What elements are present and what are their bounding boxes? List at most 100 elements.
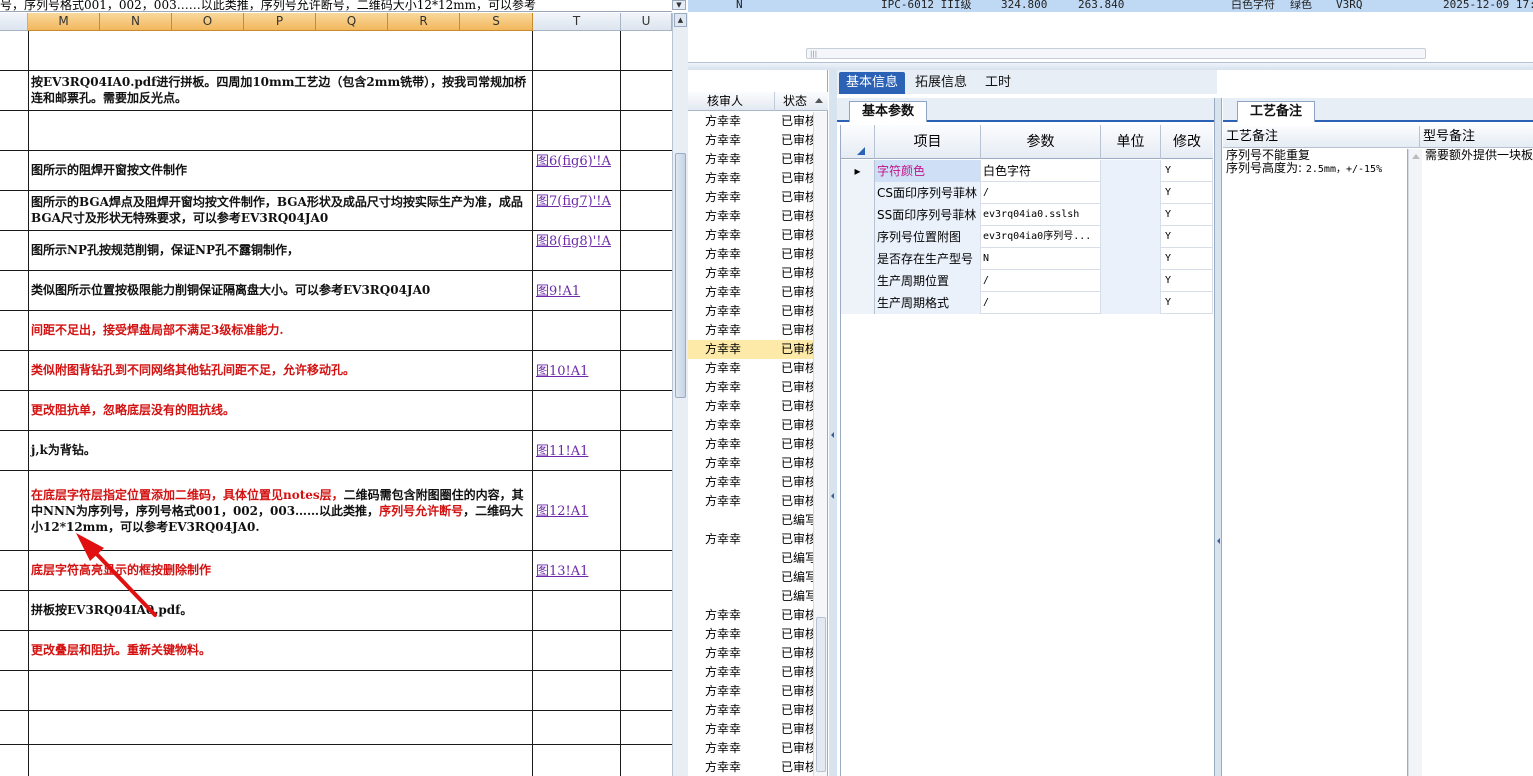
param-unit-cell[interactable]: [1101, 270, 1161, 292]
param-row[interactable]: SS面印序列号菲林 ev3rq04ia0.sslsh Y: [841, 204, 1213, 226]
review-list-row[interactable]: 方幸幸 已审核: [688, 226, 813, 245]
scroll-thumb[interactable]: [675, 153, 686, 398]
model-note-text[interactable]: 需要额外提供一块板子: [1422, 149, 1533, 776]
tab-work-hours[interactable]: 工时: [978, 72, 1018, 94]
list-vertical-scrollbar[interactable]: [813, 112, 827, 776]
param-value-cell[interactable]: /: [981, 270, 1101, 292]
review-list-row[interactable]: 方幸幸 已审核: [688, 758, 813, 776]
link-fig9[interactable]: 图9!A1: [536, 283, 620, 301]
review-list-row[interactable]: 方幸幸 已审核: [688, 112, 813, 131]
review-list-row[interactable]: 方幸幸 已审核: [688, 739, 813, 758]
review-list-row[interactable]: 方幸幸 已审核: [688, 321, 813, 340]
review-list-row[interactable]: 方幸幸 已审核: [688, 397, 813, 416]
cell-m-row8[interactable]: 间距不足出，接受焊盘局部不满足3级标准能力.: [31, 322, 531, 338]
param-value-cell[interactable]: /: [981, 292, 1101, 314]
tab-basic-params[interactable]: 基本参数: [849, 101, 928, 122]
selected-record-row[interactable]: N IPC-6012 III级 324.800 263.840 白色字符 绿色 …: [688, 0, 1533, 12]
panel-splitter[interactable]: [688, 62, 1533, 70]
cell-m-row12-editing[interactable]: 在底层字符层指定位置添加二维码，具体位置见notes层，二维码需包含附图圈住的内…: [31, 487, 531, 535]
review-list-row[interactable]: 方幸幸 已审核: [688, 663, 813, 682]
review-list-row[interactable]: 方幸幸 已审核: [688, 416, 813, 435]
param-row[interactable]: 是否存在生产型号 N Y: [841, 248, 1213, 270]
excel-vertical-scrollbar[interactable]: ▲: [672, 13, 688, 776]
param-value-cell[interactable]: ev3rq04ia0序列号...: [981, 226, 1101, 248]
tab-extended-info[interactable]: 拓展信息: [908, 72, 974, 94]
review-list-row[interactable]: 方幸幸 已审核: [688, 530, 813, 549]
link-fig6[interactable]: 图6(fig6)'!A: [536, 153, 620, 171]
cell-m-row14[interactable]: 拼板按EV3RQ04IA0.pdf。: [31, 602, 531, 618]
link-fig8[interactable]: 图8(fig8)'!A: [536, 233, 620, 251]
header-item[interactable]: 项目: [875, 125, 981, 159]
param-modify-cell[interactable]: Y: [1161, 270, 1213, 292]
param-row[interactable]: ▸ 字符颜色 白色字符 Y: [841, 160, 1213, 182]
review-list-row[interactable]: 方幸幸 已审核: [688, 188, 813, 207]
review-list-row[interactable]: 方幸幸 已审核: [688, 150, 813, 169]
column-header-s[interactable]: S: [460, 13, 533, 31]
param-unit-cell[interactable]: [1101, 204, 1161, 226]
process-note-text[interactable]: 序列号不能重复 序列号高度为: 2.5mm，+/-15%: [1223, 149, 1408, 776]
tab-process-notes[interactable]: 工艺备注: [1237, 101, 1316, 122]
param-value-cell[interactable]: 白色字符: [981, 160, 1101, 182]
review-list-row[interactable]: 方幸幸 已审核: [688, 473, 813, 492]
review-list-row[interactable]: 已编写: [688, 511, 813, 530]
cell-m-row6[interactable]: 图所示NP孔按规范削铜，保证NP孔不露铜制作，: [31, 242, 531, 258]
review-list-row[interactable]: 方幸幸 已审核: [688, 682, 813, 701]
header-unit[interactable]: 单位: [1101, 125, 1161, 159]
column-header-p[interactable]: P: [244, 13, 316, 31]
right-collapse-splitter[interactable]: [1214, 98, 1222, 776]
notes-scrollbar[interactable]: [1408, 149, 1422, 776]
param-modify-cell[interactable]: Y: [1161, 160, 1213, 182]
param-modify-cell[interactable]: Y: [1161, 248, 1213, 270]
review-list-row[interactable]: 方幸幸 已审核: [688, 359, 813, 378]
review-list-row[interactable]: 方幸幸 已审核: [688, 169, 813, 188]
review-list-row[interactable]: 方幸幸 已审核: [688, 454, 813, 473]
horizontal-scrollbar[interactable]: |||: [806, 48, 1426, 59]
column-header-r[interactable]: R: [388, 13, 460, 31]
column-header-blank[interactable]: [0, 13, 28, 31]
param-row[interactable]: 序列号位置附图 ev3rq04ia0序列号... Y: [841, 226, 1213, 248]
param-value-cell[interactable]: ev3rq04ia0.sslsh: [981, 204, 1101, 226]
review-list-row[interactable]: 方幸幸 已审核: [688, 606, 813, 625]
notes-col-process[interactable]: 工艺备注: [1223, 126, 1420, 148]
left-collapse-splitter[interactable]: [829, 70, 837, 776]
review-list-row[interactable]: 方幸幸 已审核: [688, 302, 813, 321]
review-list-row[interactable]: 方幸幸 已审核: [688, 625, 813, 644]
review-list-row[interactable]: 方幸幸 已审核: [688, 720, 813, 739]
column-header-n[interactable]: N: [100, 13, 172, 31]
review-list-row[interactable]: 方幸幸 已审核: [688, 435, 813, 454]
review-list-row[interactable]: 方幸幸 已审核: [688, 644, 813, 663]
collapse-left-icon[interactable]: [831, 432, 834, 438]
cell-m-row11[interactable]: j,k为背钻。: [31, 442, 531, 458]
formula-expand-button[interactable]: ▼: [672, 0, 686, 10]
list-scroll-thumb[interactable]: [816, 617, 826, 772]
param-row[interactable]: CS面印序列号菲林 / Y: [841, 182, 1213, 204]
param-row[interactable]: 生产周期位置 / Y: [841, 270, 1213, 292]
param-unit-cell[interactable]: [1101, 160, 1161, 182]
param-modify-cell[interactable]: Y: [1161, 204, 1213, 226]
column-header-q[interactable]: Q: [316, 13, 388, 31]
column-header-t[interactable]: T: [533, 13, 621, 31]
cell-m-row9[interactable]: 类似附图背钻孔到不同网络其他钻孔间距不足，允许移动孔。: [31, 362, 531, 378]
column-header-o[interactable]: O: [172, 13, 244, 31]
link-fig11[interactable]: 图11!A1: [536, 443, 620, 461]
param-unit-cell[interactable]: [1101, 226, 1161, 248]
param-modify-cell[interactable]: Y: [1161, 292, 1213, 314]
cell-m-row5[interactable]: 图所示的BGA焊点及阻焊开窗均按文件制作，BGA形状及成品尺寸均按实际生产为准，…: [31, 194, 531, 226]
cell-m-row4[interactable]: 图所示的阻焊开窗按文件制作: [31, 162, 531, 178]
review-list-row[interactable]: 方幸幸 已审核: [688, 131, 813, 150]
link-fig10[interactable]: 图10!A1: [536, 363, 620, 381]
review-list-row[interactable]: 方幸幸 已审核: [688, 283, 813, 302]
param-value-cell[interactable]: N: [981, 248, 1101, 270]
review-list-row[interactable]: 方幸幸 已审核: [688, 701, 813, 720]
notes-col-model[interactable]: 型号备注: [1420, 126, 1533, 148]
review-list-row[interactable]: 方幸幸 已审核: [688, 492, 813, 511]
cell-m-row15[interactable]: 更改叠层和阻抗。重新关键物料。: [31, 642, 531, 658]
review-list-row[interactable]: 已编写: [688, 568, 813, 587]
column-header-u[interactable]: U: [621, 13, 672, 31]
column-reviewer[interactable]: 核审人: [707, 92, 743, 111]
review-list-row[interactable]: 方幸幸 已审核: [688, 264, 813, 283]
param-unit-cell[interactable]: [1101, 182, 1161, 204]
scroll-up-icon[interactable]: ▲: [674, 13, 687, 27]
header-modify[interactable]: 修改: [1161, 125, 1213, 159]
collapse-left-icon[interactable]: [1217, 538, 1220, 544]
